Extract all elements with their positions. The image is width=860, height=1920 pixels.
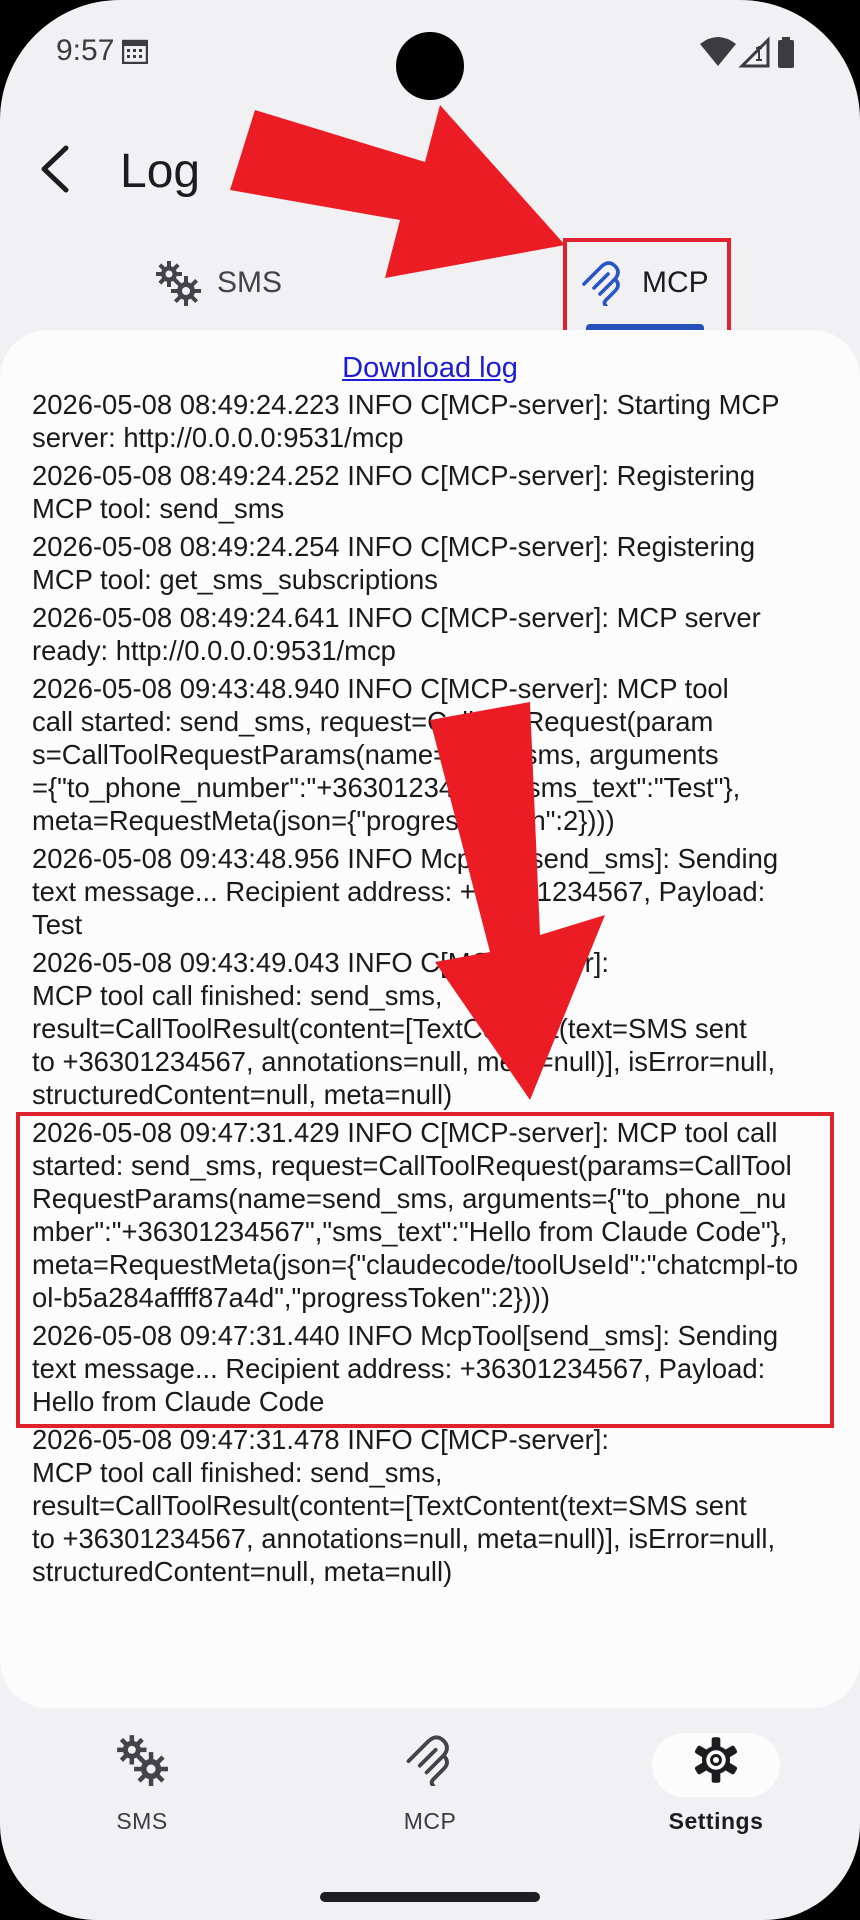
status-time: 9:57: [56, 34, 115, 67]
nav-sms[interactable]: SMS: [42, 1734, 242, 1835]
gear-icon: [694, 1737, 738, 1783]
tab-sms-label: SMS: [217, 266, 283, 299]
annotation-highlight-log-entries: [16, 1112, 834, 1428]
log-entry: 2026-05-08 08:49:24.252 INFO C[MCP-serve…: [32, 460, 756, 524]
download-log-link[interactable]: Download log: [0, 352, 860, 385]
cellular-signal-icon: [738, 36, 770, 68]
nav-sms-label: SMS: [116, 1808, 168, 1834]
annotation-arrow-down: [430, 702, 605, 1100]
gears-icon: [117, 1735, 168, 1786]
log-entry: 2026-05-08 09:47:31.478 INFO C[MCP-serve…: [32, 1424, 776, 1587]
phone-screen: 9:57 Log SMS MCP Download log 2026-05-08…: [0, 0, 860, 1920]
mcp-logo-icon: [406, 1735, 449, 1786]
back-arrow-icon[interactable]: [30, 138, 86, 200]
status-icons: [700, 36, 794, 68]
nav-mcp-label: MCP: [403, 1808, 457, 1834]
bottom-navigation: SMS MCP Settings: [0, 1708, 860, 1920]
home-gesture-bar[interactable]: [320, 1892, 540, 1902]
nav-settings[interactable]: Settings: [616, 1734, 816, 1835]
page-title: Log: [120, 145, 201, 198]
wifi-icon: [700, 37, 736, 66]
gears-icon: [156, 261, 201, 306]
log-entry: 2026-05-08 08:49:24.254 INFO C[MCP-serve…: [32, 531, 756, 595]
nav-mcp[interactable]: MCP: [330, 1734, 530, 1835]
log-entry: 2026-05-08 08:49:24.641 INFO C[MCP-serve…: [32, 602, 761, 666]
annotation-highlight-mcp-tab: [563, 238, 731, 334]
front-camera: [396, 32, 464, 100]
tab-sms[interactable]: SMS: [155, 250, 282, 316]
log-entry: 2026-05-08 08:49:24.223 INFO C[MCP-serve…: [32, 389, 780, 453]
nav-settings-label: Settings: [668, 1808, 764, 1834]
battery-icon: [778, 40, 794, 68]
calendar-notification-icon: [122, 39, 148, 64]
